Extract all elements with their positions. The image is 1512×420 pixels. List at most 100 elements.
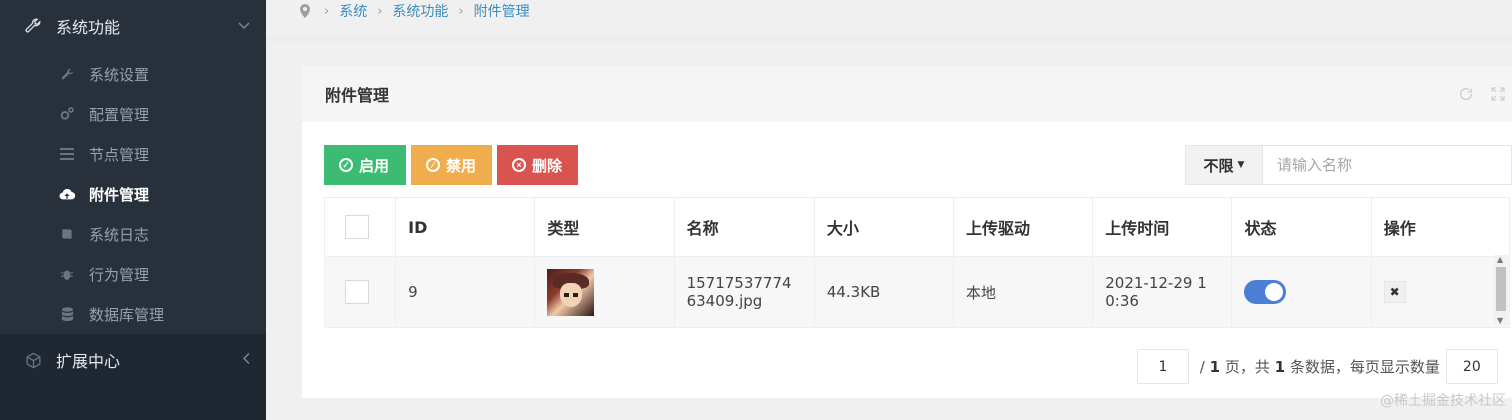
table-scrollbar[interactable]: ▲ ▼ bbox=[1494, 255, 1508, 325]
attachment-table: ID 类型 名称 大小 上传驱动 上传时间 状态 操作 9 1571753777… bbox=[323, 197, 1511, 328]
records-unit: 条数据，每页显示数量 bbox=[1289, 358, 1440, 376]
caret-down-icon: ▼ bbox=[1237, 160, 1245, 170]
page-input[interactable]: 1 bbox=[1137, 349, 1189, 384]
column-header: 名称 bbox=[673, 197, 815, 257]
scroll-down-icon[interactable]: ▼ bbox=[1497, 316, 1503, 325]
cubes-icon bbox=[24, 351, 42, 369]
select-all-checkbox[interactable] bbox=[345, 215, 369, 239]
chevron-down-icon bbox=[238, 19, 250, 33]
sidebar-item-behavior[interactable]: 行为管理 bbox=[0, 254, 266, 294]
map-marker-icon bbox=[300, 4, 310, 18]
upload-time-line: 2021-12-29 1 bbox=[1105, 274, 1207, 292]
per-page-input[interactable]: 20 bbox=[1445, 349, 1498, 384]
sidebar-item-label: 数据库管理 bbox=[89, 305, 165, 324]
toolbar: ✓ 启用 ∕ 禁用 × 删除 bbox=[324, 145, 578, 185]
enable-button-label: 启用 bbox=[359, 157, 390, 175]
column-header: 上传驱动 bbox=[953, 197, 1094, 257]
table-row: 9 15717537774 63409.jpg 44.3KB 本地 2021-1… bbox=[323, 256, 1511, 328]
sidebar-group-label: 系统功能 bbox=[56, 18, 121, 37]
bug-icon bbox=[59, 266, 75, 282]
row-checkbox[interactable] bbox=[345, 280, 369, 304]
sidebar-item-config[interactable]: 配置管理 bbox=[0, 94, 266, 134]
type-cell bbox=[534, 256, 675, 328]
enable-button[interactable]: ✓ 启用 bbox=[324, 145, 406, 185]
fullscreen-icon[interactable] bbox=[1490, 86, 1506, 106]
sidebar-group-extensions[interactable]: 扩展中心 bbox=[0, 334, 266, 386]
upload-time-line: 0:36 bbox=[1105, 292, 1139, 310]
cloud-upload-icon bbox=[59, 186, 75, 202]
sidebar-item-label: 附件管理 bbox=[89, 185, 150, 204]
sidebar-item-label: 系统日志 bbox=[89, 225, 150, 244]
filter-select-value: 不限 bbox=[1203, 156, 1234, 175]
sidebar-item-logs[interactable]: 系统日志 bbox=[0, 214, 266, 254]
sidebar-group-system[interactable]: 系统功能 bbox=[0, 0, 266, 52]
wrench-icon bbox=[59, 66, 75, 82]
scroll-up-icon[interactable]: ▲ bbox=[1497, 255, 1503, 264]
check-circle-icon: ✓ bbox=[339, 158, 353, 172]
filter-select[interactable]: 不限 ▼ bbox=[1186, 146, 1263, 184]
pagination: 1 / 1 页，共 1 条数据，每页显示数量 20 bbox=[1137, 349, 1498, 384]
cogs-icon bbox=[59, 106, 75, 122]
attachment-panel: 附件管理 ✓ 启用 ∕ 禁用 × 删除 不限 ▼ 请输入名称 ID 类型 名称 … bbox=[302, 66, 1512, 398]
select-all-cell bbox=[323, 197, 397, 257]
file-name-line: 63409.jpg bbox=[686, 292, 763, 310]
sidebar-item-attachments[interactable]: 附件管理 bbox=[0, 174, 266, 214]
sidebar-item-label: 行为管理 bbox=[89, 265, 150, 284]
column-header: 操作 bbox=[1370, 197, 1511, 257]
content-divider bbox=[266, 36, 1512, 46]
breadcrumb-item[interactable]: 附件管理 bbox=[474, 1, 530, 21]
breadcrumb-item[interactable]: 系统功能 bbox=[392, 1, 448, 21]
row-select-cell bbox=[323, 256, 397, 328]
chevron-left-icon bbox=[242, 352, 250, 368]
wrench-icon bbox=[24, 17, 42, 35]
search-group: 不限 ▼ bbox=[1185, 145, 1512, 185]
chevron-right-icon: › bbox=[458, 3, 464, 19]
breadcrumb: › 系统 › 系统功能 › 附件管理 bbox=[300, 0, 530, 22]
time-cell: 2021-12-29 1 0:36 bbox=[1092, 256, 1233, 328]
disable-button[interactable]: ∕ 禁用 bbox=[411, 145, 492, 185]
sidebar-group-label: 扩展中心 bbox=[56, 352, 121, 371]
delete-row-icon[interactable]: ✖ bbox=[1383, 281, 1406, 303]
column-header[interactable]: ID bbox=[395, 197, 536, 257]
refresh-icon[interactable] bbox=[1458, 86, 1474, 106]
delete-button-label: 删除 bbox=[532, 157, 563, 175]
image-thumbnail[interactable] bbox=[547, 268, 595, 316]
column-header: 类型 bbox=[534, 197, 675, 257]
sidebar-item-label: 配置管理 bbox=[89, 105, 150, 124]
list-icon bbox=[59, 146, 75, 162]
status-cell bbox=[1231, 256, 1372, 328]
sidebar: 系统功能 系统设置 配置管理 节点管理 附件管理 系统日志 行为管理 数据库管理… bbox=[0, 0, 266, 420]
scroll-thumb[interactable] bbox=[1496, 267, 1506, 311]
panel-header: 附件管理 bbox=[302, 66, 1512, 122]
size-cell: 44.3KB bbox=[813, 256, 955, 328]
ban-icon: ∕ bbox=[426, 158, 440, 172]
disable-button-label: 禁用 bbox=[446, 157, 477, 175]
page-unit: 页，共 bbox=[1224, 358, 1270, 376]
total-records: 1 bbox=[1274, 358, 1286, 376]
panel-tools bbox=[1458, 86, 1506, 106]
breadcrumb-item[interactable]: 系统 bbox=[339, 1, 367, 21]
sidebar-item-system-settings[interactable]: 系统设置 bbox=[0, 54, 266, 94]
watermark: @稀土掘金技术社区 bbox=[1380, 393, 1506, 409]
pager-text: / 1 页，共 1 条数据，每页显示数量 bbox=[1195, 358, 1440, 376]
total-pages: 1 bbox=[1209, 358, 1221, 376]
table-header-row: ID 类型 名称 大小 上传驱动 上传时间 状态 操作 bbox=[323, 197, 1511, 257]
search-input[interactable] bbox=[1263, 146, 1511, 184]
book-icon bbox=[59, 226, 75, 242]
status-toggle[interactable] bbox=[1244, 280, 1287, 304]
sidebar-item-label: 系统设置 bbox=[89, 65, 150, 84]
sidebar-item-database[interactable]: 数据库管理 bbox=[0, 294, 266, 334]
sidebar-submenu: 系统设置 配置管理 节点管理 附件管理 系统日志 行为管理 数据库管理 bbox=[0, 52, 266, 334]
name-cell: 15717537774 63409.jpg bbox=[673, 256, 815, 328]
times-circle-icon: × bbox=[512, 158, 526, 172]
sidebar-item-nodes[interactable]: 节点管理 bbox=[0, 134, 266, 174]
chevron-right-icon: › bbox=[324, 3, 330, 19]
driver-cell: 本地 bbox=[953, 256, 1094, 328]
column-header: 状态 bbox=[1231, 197, 1372, 257]
actions-cell: ✖ bbox=[1370, 256, 1511, 328]
id-cell: 9 bbox=[395, 256, 536, 328]
database-icon bbox=[59, 306, 75, 322]
sidebar-item-label: 节点管理 bbox=[89, 145, 150, 164]
panel-title: 附件管理 bbox=[325, 86, 390, 105]
delete-button[interactable]: × 删除 bbox=[497, 145, 578, 185]
